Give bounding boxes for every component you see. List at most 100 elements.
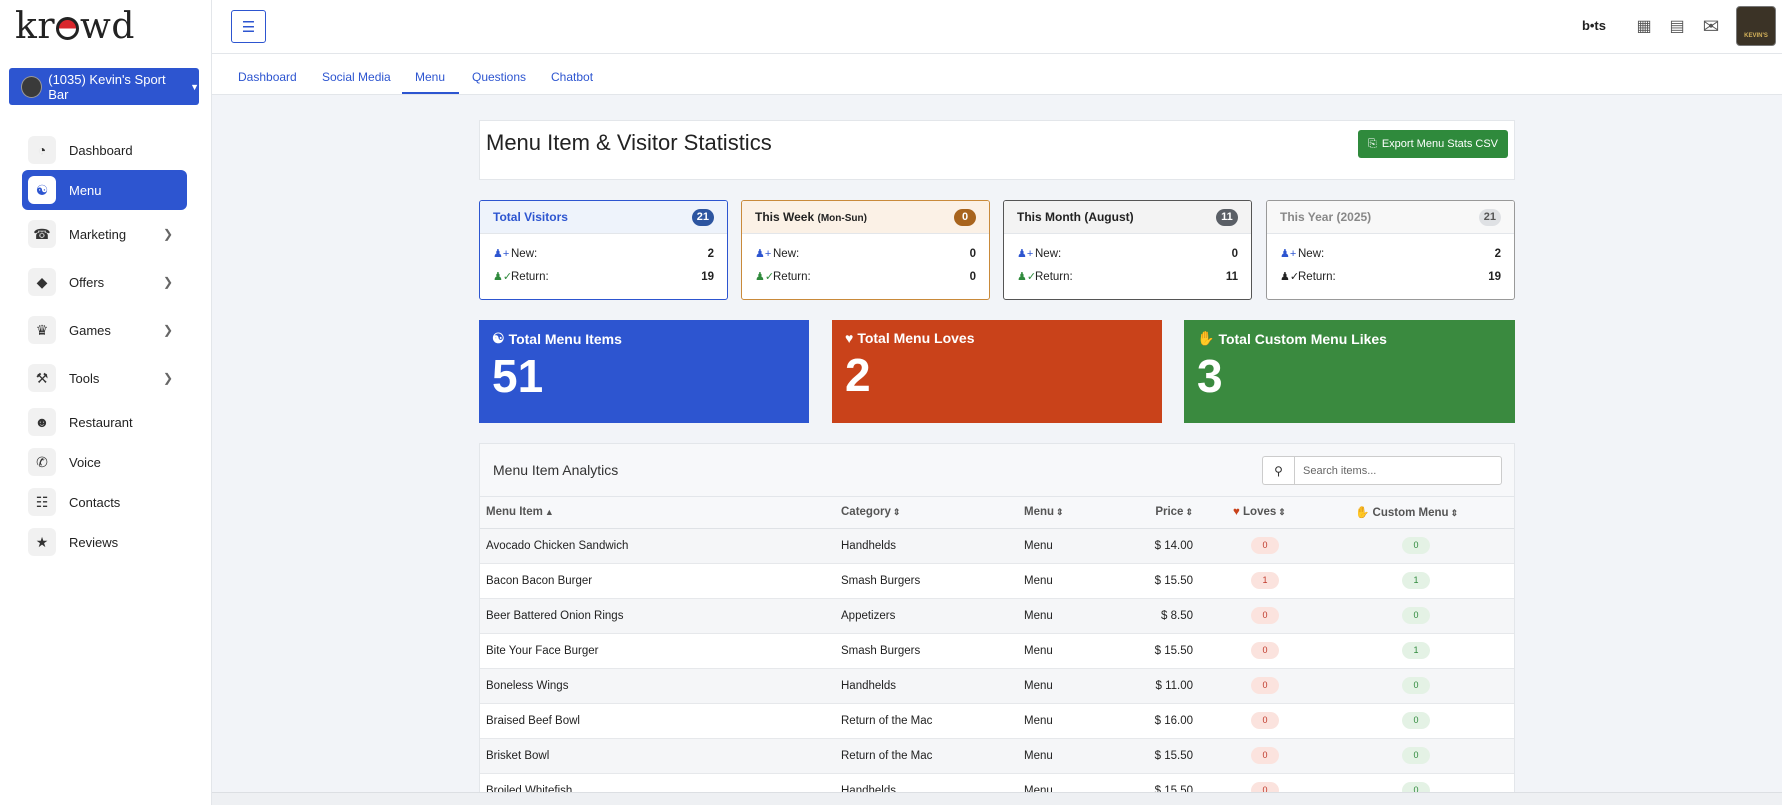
custom-likes-pill: 0 [1402,677,1430,694]
sort-icon: ⇕ [1056,507,1064,518]
this-year-card: This Year (2025) 21 ♟+ New: 2 ♟✓ Return: 19 [1266,200,1515,300]
document-icon[interactable]: ▤ [1667,16,1687,36]
menu-item-analytics-card: Menu Item Analytics ⚲ Menu Item▲ Categor… [479,443,1515,805]
tab-chatbot[interactable]: Chatbot [551,70,593,84]
column-loves[interactable]: ♥ Loves ⇕ [1213,497,1349,529]
bots-logo[interactable]: b•ts [1582,18,1606,33]
search-icon[interactable]: ⚲ [1262,456,1294,485]
tab-questions[interactable]: Questions [472,70,526,84]
custom-likes-pill: 0 [1402,537,1430,554]
hamburger-menu-icon[interactable]: ☰ [231,10,266,43]
sidebar-item-marketing[interactable]: ☎ Marketing ❯ [22,214,187,254]
sidebar-item-dashboard[interactable]: ◔ Dashboard [22,130,187,170]
apps-grid-icon[interactable]: ▦ [1634,16,1654,36]
stats-header-card: Menu Item & Visitor Statistics ⎘ Export … [479,120,1515,180]
active-tab-indicator [402,92,459,94]
stat-card-header: This Week (Mon-Sun) 0 [742,201,989,234]
cell-menu: Menu [1018,703,1139,739]
table-row[interactable]: Braised Beef Bowl Return of the Mac Menu $ … [480,703,1514,739]
user-check-icon: ♟✓ [1017,271,1037,283]
cell-menu-item: Bite Your Face Burger [480,633,835,669]
sort-icon: ⇕ [1450,508,1459,519]
cell-menu-item: Brisket Bowl [480,738,835,774]
profile-avatar[interactable]: KEVIN'S [1736,6,1776,46]
loves-count-pill: 1 [1251,572,1279,589]
user-plus-icon: ♟+ [755,248,772,260]
cell-category: Return of the Mac [835,703,1018,739]
table-row[interactable]: Avocado Chicken Sandwich Handhelds Menu $ 1… [480,528,1514,564]
tab-dashboard[interactable]: Dashboard [238,70,297,84]
cell-loves: 1 [1213,563,1349,599]
horizontal-scrollbar[interactable] [212,792,1782,805]
cell-price: $ 11.00 [1139,668,1213,704]
krowd-logo[interactable]: kr wd [15,6,135,47]
cell-menu-item: Boneless Wings [480,668,835,704]
sidebar-item-tools[interactable]: ⚒ Tools ❯ [22,358,187,398]
mail-open-icon[interactable]: ✉ [1701,16,1721,38]
sidebar-item-restaurant[interactable]: ☻ Restaurant [22,402,187,442]
sidebar-item-voice[interactable]: ✆ Voice [22,442,187,482]
user-check-icon: ♟✓ [1280,271,1300,283]
location-avatar [21,75,43,98]
tools-icon: ⚒ [28,364,56,392]
cell-menu-item: Braised Beef Bowl [480,703,835,739]
analytics-table: Menu Item ▲ Category ⇕ Menu ⇕ Price ⇕ ♥ Love… [480,497,1514,804]
user-plus-icon: ♟+ [1280,248,1297,260]
sidebar-item-offers[interactable]: ◆ Offers ❯ [22,262,187,302]
table-row[interactable]: Beer Battered Onion Rings Appetizers Menu $… [480,598,1514,634]
tab-menu[interactable]: Menu [415,70,445,84]
cell-price: $ 14.00 [1139,528,1213,564]
column-custom-menu[interactable]: ✋ Custom Menu ⇕ [1349,497,1514,529]
sidebar-item-games[interactable]: ♛ Games ❯ [22,310,187,350]
cell-loves: 0 [1213,668,1349,704]
table-row[interactable]: Bacon Bacon Burger Smash Burgers Menu $ 15.… [480,563,1514,599]
export-csv-button[interactable]: ⎘ Export Menu Stats CSV [1358,130,1508,158]
column-price[interactable]: Price ⇕ [1139,497,1213,529]
trophy-icon: ♛ [28,316,56,344]
sidebar-item-reviews[interactable]: ★ Reviews [22,522,187,562]
cell-custom-menu: 0 [1349,528,1514,564]
sidebar-item-contacts[interactable]: ☷ Contacts [22,482,187,522]
sort-icon: ⇕ [1185,507,1193,518]
logo-o-mark [56,17,80,40]
table-row[interactable]: Brisket Bowl Return of the Mac Menu $ 15.50… [480,738,1514,774]
utensils-icon: ☯ [28,176,56,204]
chevron-right-icon: ❯ [162,371,173,385]
total-menu-items-value: 51 [492,350,544,402]
total-custom-likes-card: ✋ Total Custom Menu Likes 3 [1184,320,1515,423]
custom-likes-pill: 0 [1402,747,1430,764]
cell-menu-item: Bacon Bacon Burger [480,563,835,599]
cell-custom-menu: 1 [1349,563,1514,599]
location-selector-button[interactable]: (1035) Kevin's Sport Bar ▼ [9,68,199,105]
tab-social-media[interactable]: Social Media [322,70,391,84]
loves-count-pill: 0 [1251,537,1279,554]
column-category[interactable]: Category ⇕ [835,497,1018,529]
return-visitors-row: ♟✓ Return: 0 [755,270,976,284]
cell-price: $ 16.00 [1139,703,1213,739]
heart-icon: ♥ [845,330,854,346]
stat-card-header: This Year (2025) 21 [1267,201,1514,234]
sort-icon: ⇕ [1278,507,1286,518]
thumbs-up-icon: ✋ [1197,330,1215,346]
this-week-card: This Week (Mon-Sun) 0 ♟+ New: 0 ♟✓ Return: 0 [741,200,990,300]
count-badge: 21 [691,208,714,226]
sidebar-item-menu[interactable]: ☯ Menu [22,170,187,210]
location-label: (1035) Kevin's Sport Bar [48,71,166,102]
phone-icon: ✆ [28,448,56,476]
cell-loves: 0 [1213,703,1349,739]
column-menu[interactable]: Menu ⇕ [1018,497,1139,529]
cell-category: Smash Burgers [835,563,1018,599]
gauge-icon: ◔ [28,136,56,164]
analytics-title: Menu Item Analytics [493,462,619,478]
cell-menu: Menu [1018,738,1139,774]
cell-custom-menu: 0 [1349,668,1514,704]
table-row[interactable]: Bite Your Face Burger Smash Burgers Menu $ … [480,633,1514,669]
cell-category: Handhelds [835,668,1018,704]
search-input[interactable] [1294,456,1502,485]
column-menu-item[interactable]: Menu Item ▲ [480,497,835,529]
section-tabs: Dashboard Social Media Menu Questions Ch… [212,54,1782,95]
chevron-right-icon: ❯ [162,227,173,241]
user-plus-icon: ♟+ [493,248,510,260]
table-row[interactable]: Boneless Wings Handhelds Menu $ 11.00 0 0 [480,668,1514,704]
cell-category: Smash Burgers [835,633,1018,669]
